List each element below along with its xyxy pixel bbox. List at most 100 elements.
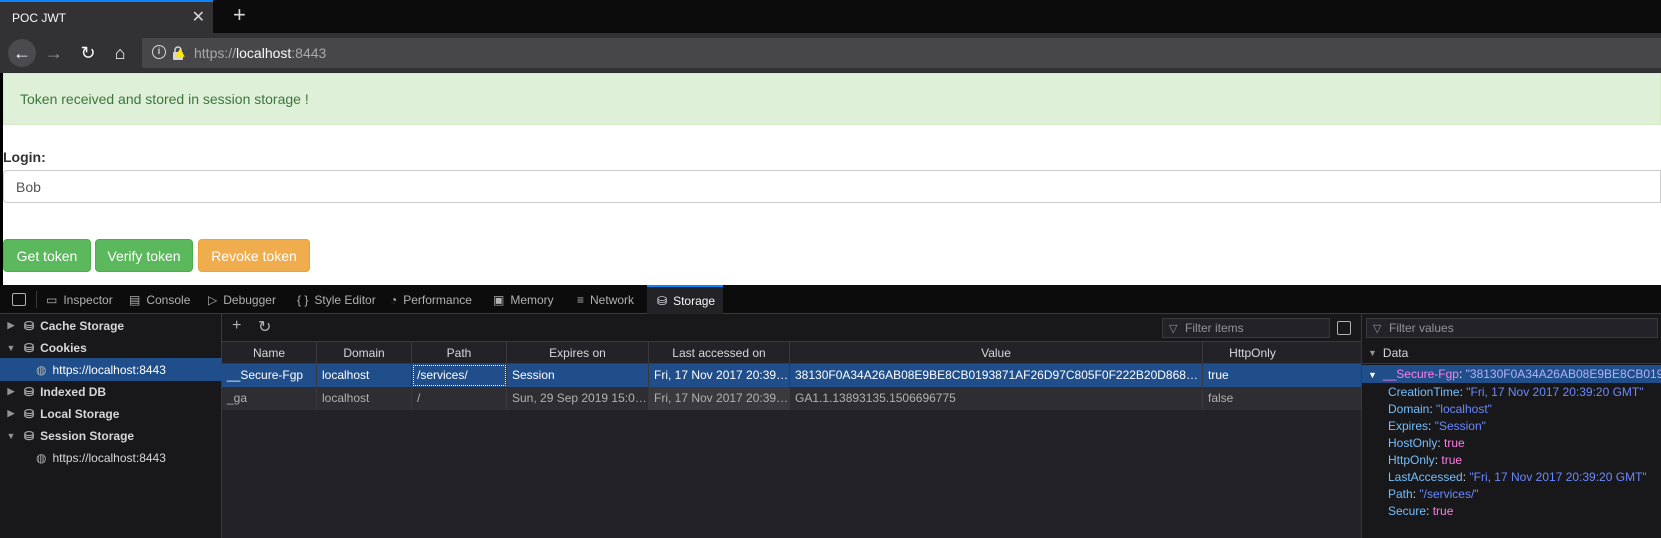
details-prop-row[interactable]: Secure: true	[1362, 502, 1661, 520]
back-arrow-icon[interactable]: ←	[8, 39, 36, 67]
web-page: Token received and stored in session sto…	[3, 73, 1661, 289]
table-row[interactable]: __Secure-Fgp localhost /services/ Sessio…	[222, 364, 1361, 387]
tree-indexed-db[interactable]: ▶ ⛁ Indexed DB	[0, 380, 222, 403]
browser-tab[interactable]: POC JWT ✕	[0, 0, 213, 33]
filter-values-input[interactable]: ▽ Filter values	[1366, 318, 1658, 338]
tree-session-host[interactable]: ◍ https://localhost:8443	[0, 446, 222, 469]
column-header-expires[interactable]: Expires on	[507, 342, 649, 364]
column-header-domain[interactable]: Domain	[317, 342, 412, 364]
details-prop-row[interactable]: Expires: "Session"	[1362, 417, 1661, 435]
filter-icon: ▽	[1169, 323, 1178, 335]
tab-console[interactable]: ▤ Console	[129, 285, 201, 314]
details-prop-row[interactable]: Path: "/services/"	[1362, 485, 1661, 503]
cell-value: 38130F0A34A26AB08E9BE8CB0193871AF26D97C8…	[790, 364, 1203, 387]
url-port: :8443	[291, 45, 327, 61]
element-picker-icon[interactable]	[12, 293, 26, 306]
verify-token-button[interactable]: Verify token	[95, 239, 193, 272]
filter-placeholder: Filter values	[1389, 321, 1454, 335]
get-token-button[interactable]: Get token	[3, 239, 91, 272]
tab-title: POC JWT	[12, 11, 66, 25]
details-key: LastAccessed	[1388, 470, 1463, 484]
forward-arrow-icon[interactable]: →	[40, 39, 68, 67]
details-header[interactable]: ▼ Data	[1362, 342, 1661, 364]
cell-httponly: false	[1208, 391, 1234, 405]
details-key: Domain	[1388, 402, 1430, 416]
database-icon: ⛁	[24, 428, 35, 443]
debugger-icon: ▷	[208, 292, 218, 307]
tab-memory[interactable]: ▣ Memory	[493, 285, 565, 314]
database-icon: ⛁	[657, 293, 668, 308]
collapse-arrow-icon[interactable]: ▼	[1368, 370, 1377, 380]
refresh-icon[interactable]: ↻	[258, 317, 271, 337]
success-alert: Token received and stored in session sto…	[3, 73, 1661, 125]
tree-label: Cookies	[40, 340, 87, 355]
collapse-arrow-icon[interactable]: ▼	[4, 343, 18, 353]
gauge-icon: ◔	[390, 292, 398, 307]
tree-local-storage[interactable]: ▶ ⛁ Local Storage	[0, 402, 222, 425]
lock-warning-icon[interactable]	[171, 45, 187, 64]
url-bar[interactable]: i https://localhost:8443	[142, 38, 1661, 68]
tab-storage[interactable]: ⛁ Storage	[647, 285, 723, 314]
expand-arrow-icon[interactable]: ▶	[4, 320, 18, 331]
globe-icon: ◍	[36, 362, 47, 377]
tab-label: Memory	[510, 292, 554, 307]
cell-domain: localhost	[317, 364, 412, 387]
tree-label: Indexed DB	[40, 384, 107, 399]
details-prop-row[interactable]: LastAccessed: "Fri, 17 Nov 2017 20:39:20…	[1362, 468, 1661, 486]
reload-icon[interactable]: ↻	[74, 39, 102, 67]
column-header-httponly[interactable]: HttpOnly	[1203, 342, 1302, 364]
expand-arrow-icon[interactable]: ▶	[4, 408, 18, 419]
details-prop-row[interactable]: CreationTime: "Fri, 17 Nov 2017 20:39:20…	[1362, 383, 1661, 401]
details-value: "Fri, 17 Nov 2017 20:39:20 GMT"	[1466, 385, 1644, 399]
tab-performance[interactable]: ◔ Performance	[390, 285, 486, 314]
toggle-sidebar-icon[interactable]	[1337, 321, 1351, 335]
login-input[interactable]: Bob	[3, 170, 1661, 203]
storage-toolbar: + ↻ ▽ Filter items	[222, 314, 1361, 342]
tab-style-editor[interactable]: { } Style Editor	[297, 285, 383, 314]
details-root-row[interactable]: ▼ __Secure-Fgp: "38130F0A34A26AB08E9BE8CB…	[1362, 365, 1661, 383]
tree-cookies-host[interactable]: ◍ https://localhost:8443	[0, 358, 222, 381]
tab-label: Debugger	[223, 292, 276, 307]
info-icon[interactable]: i	[152, 45, 166, 59]
filter-items-input[interactable]: ▽ Filter items	[1162, 318, 1330, 338]
details-key: HttpOnly	[1388, 453, 1435, 467]
tree-session-storage[interactable]: ▼ ⛁ Session Storage	[0, 424, 222, 447]
column-header-value[interactable]: Value	[790, 342, 1203, 364]
browser-tab-strip: POC JWT ✕ +	[0, 0, 1661, 33]
new-tab-icon[interactable]: +	[233, 4, 246, 26]
devtools-tabs: ▭ Inspector ▤ Console ▷ Debugger { } Style E…	[0, 285, 1661, 314]
close-icon[interactable]: ✕	[192, 7, 205, 27]
details-header-label: Data	[1382, 345, 1409, 360]
expand-arrow-icon[interactable]: ▶	[4, 386, 18, 397]
home-icon[interactable]: ⌂	[106, 39, 134, 67]
cell-expires: Session	[507, 364, 649, 387]
cell-name: _ga	[222, 387, 317, 410]
details-prop-row[interactable]: HostOnly: true	[1362, 434, 1661, 452]
details-prop-row[interactable]: HttpOnly: true	[1362, 451, 1661, 469]
details-prop-row[interactable]: Domain: "localhost"	[1362, 400, 1661, 418]
tab-label: Storage	[673, 293, 716, 308]
details-key: HostOnly	[1388, 436, 1438, 450]
cell-path[interactable]: /services/	[412, 364, 507, 387]
cell-name: __Secure-Fgp	[222, 364, 317, 387]
details-key: Secure	[1388, 504, 1427, 518]
tab-debugger[interactable]: ▷ Debugger	[208, 285, 288, 314]
column-header-name[interactable]: Name	[222, 342, 317, 364]
url-scheme: https://	[194, 45, 237, 61]
tree-label: https://localhost:8443	[52, 362, 166, 377]
tree-cookies[interactable]: ▼ ⛁ Cookies	[0, 336, 222, 359]
collapse-arrow-icon[interactable]: ▼	[1368, 348, 1377, 358]
column-header-last-accessed[interactable]: Last accessed on	[649, 342, 790, 364]
details-key: __Secure-Fgp	[1382, 367, 1459, 381]
details-key: Path	[1388, 487, 1413, 501]
add-icon[interactable]: +	[232, 317, 241, 335]
devtools-panel: ▭ Inspector ▤ Console ▷ Debugger { } Style E…	[0, 285, 1661, 538]
tree-cache-storage[interactable]: ▶ ⛁ Cache Storage	[0, 314, 222, 337]
table-row[interactable]: _ga localhost / Sun, 29 Sep 2019 15:07:5…	[222, 387, 1361, 410]
revoke-token-button[interactable]: Revoke token	[198, 239, 310, 272]
tab-inspector[interactable]: ▭ Inspector	[44, 285, 124, 314]
column-header-path[interactable]: Path	[412, 342, 507, 364]
collapse-arrow-icon[interactable]: ▼	[4, 431, 18, 441]
tree-label: Cache Storage	[40, 318, 125, 333]
tab-network[interactable]: ≡ Network	[577, 285, 643, 314]
